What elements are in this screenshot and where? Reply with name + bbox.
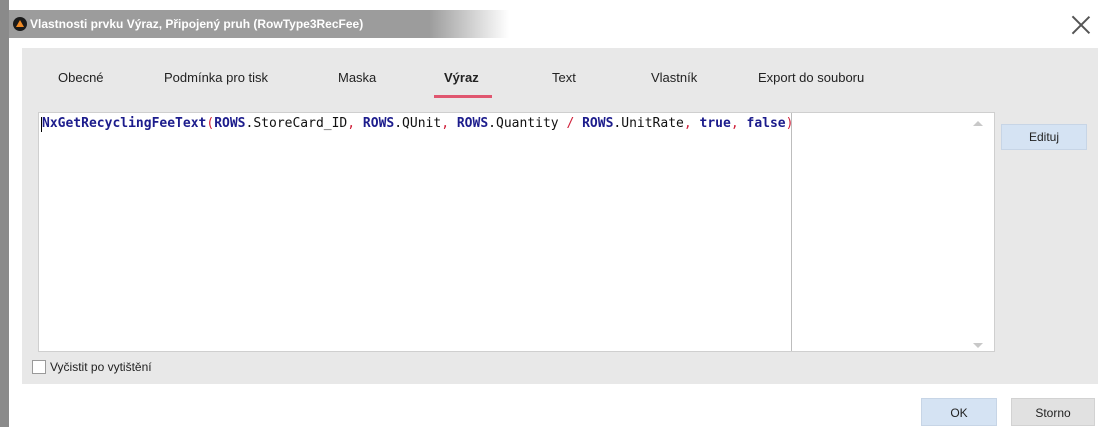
code-token: , — [683, 116, 700, 131]
edit-button[interactable]: Edituj — [1001, 124, 1087, 150]
editor-margin-line — [791, 113, 792, 351]
tab-export-do-souboru[interactable]: Export do souboru — [758, 70, 864, 85]
code-token: ROWS — [582, 116, 614, 131]
cancel-button[interactable]: Storno — [1011, 398, 1095, 426]
ok-button[interactable]: OK — [921, 398, 997, 426]
clear-after-print-checkbox[interactable] — [32, 360, 46, 374]
expression-editor[interactable] — [38, 112, 995, 352]
code-token: .Quantity — [488, 116, 567, 131]
window-left-border — [0, 0, 9, 427]
tab-vyraz[interactable]: Výraz — [444, 70, 479, 85]
code-token: ) — [785, 116, 794, 131]
tab-obecne[interactable]: Obecné — [58, 70, 104, 85]
code-token: , — [730, 116, 747, 131]
tab-maska[interactable]: Maska — [338, 70, 376, 85]
expression-code[interactable]: NxGetRecyclingFeeText(ROWS.StoreCard_ID,… — [42, 116, 793, 131]
close-icon[interactable] — [1070, 14, 1092, 36]
active-tab-indicator — [434, 95, 492, 98]
code-token: .UnitRate — [613, 116, 684, 131]
scroll-down-icon[interactable] — [973, 343, 983, 348]
code-token: false — [746, 116, 786, 131]
code-token: ROWS — [456, 116, 489, 131]
clear-after-print-label: Vyčistit po vytištění — [50, 360, 152, 374]
code-token: .StoreCard_ID — [245, 116, 348, 131]
code-token: ROWS — [362, 116, 395, 131]
code-token: , — [347, 116, 363, 131]
window-title: Vlastnosti prvku Výraz, Připojený pruh (… — [30, 17, 364, 31]
code-token: true — [699, 116, 731, 131]
tab-vlastnik[interactable]: Vlastník — [651, 70, 697, 85]
scroll-up-icon[interactable] — [973, 121, 983, 126]
dialog-window: Vlastnosti prvku Výraz, Připojený pruh (… — [0, 0, 1099, 427]
code-token: ROWS — [214, 116, 246, 131]
tab-text[interactable]: Text — [552, 70, 576, 85]
code-token: / — [566, 116, 583, 131]
code-token: NxGetRecyclingFeeText — [42, 116, 207, 131]
code-token: .QUnit — [394, 116, 442, 131]
tab-podminka-pro-tisk[interactable]: Podmínka pro tisk — [164, 70, 268, 85]
app-logo-icon — [13, 17, 27, 31]
code-token: , — [441, 116, 457, 131]
title-accent-fade — [429, 10, 509, 38]
